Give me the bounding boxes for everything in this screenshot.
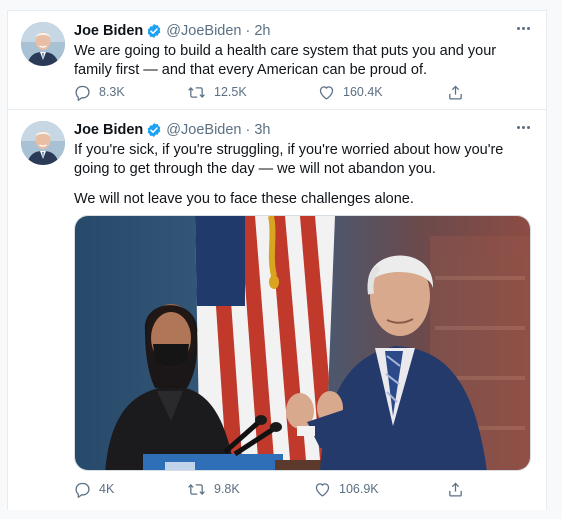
like-count: 160.4K	[343, 85, 383, 99]
verified-badge-icon	[146, 23, 162, 39]
like-count: 106.9K	[339, 482, 379, 496]
tweet-actions: 8.3K 12.5K 160.4K	[74, 82, 464, 102]
tweet[interactable]: Joe Biden @JoeBiden · 2h We are going to…	[8, 11, 546, 110]
tweet-text: We are going to build a health care syst…	[74, 43, 497, 78]
more-options-icon[interactable]	[514, 120, 532, 134]
author-handle[interactable]: @JoeBiden	[166, 23, 241, 39]
avatar[interactable]	[21, 121, 65, 165]
more-options-icon[interactable]	[514, 21, 532, 35]
like-button[interactable]: 160.4K	[318, 82, 383, 102]
share-button[interactable]	[447, 479, 464, 499]
retweet-icon	[187, 84, 206, 101]
separator-dot: ·	[245, 23, 251, 39]
tweet-timestamp[interactable]: 2h	[254, 23, 270, 39]
share-button[interactable]	[447, 82, 464, 102]
share-icon	[447, 481, 464, 498]
reply-count: 8.3K	[99, 85, 125, 99]
retweet-count: 9.8K	[214, 482, 240, 496]
tweet-timestamp[interactable]: 3h	[254, 122, 270, 138]
retweet-icon	[187, 481, 206, 498]
reply-icon	[74, 84, 91, 101]
heart-icon	[314, 481, 331, 498]
avatar[interactable]	[21, 22, 65, 66]
heart-icon	[318, 84, 335, 101]
tweet-header: Joe Biden @JoeBiden · 3h	[74, 120, 270, 140]
retweet-button[interactable]: 9.8K	[187, 479, 240, 499]
tweet-photo[interactable]	[74, 215, 531, 471]
reply-count: 4K	[99, 482, 115, 496]
reply-icon	[74, 481, 91, 498]
tweet-text: If you're sick, if you're struggling, if…	[74, 142, 504, 177]
tweet-header: Joe Biden @JoeBiden · 2h	[74, 21, 270, 41]
retweet-count: 12.5K	[214, 85, 247, 99]
author-name[interactable]: Joe Biden	[74, 122, 143, 138]
reply-button[interactable]: 4K	[74, 479, 114, 499]
reply-button[interactable]: 8.3K	[74, 82, 125, 102]
tweet[interactable]: Joe Biden @JoeBiden · 3h If you're sick,…	[8, 110, 546, 511]
retweet-button[interactable]: 12.5K	[187, 82, 247, 102]
author-handle[interactable]: @JoeBiden	[166, 122, 241, 138]
verified-badge-icon	[146, 122, 162, 138]
timeline-feed: Joe Biden @JoeBiden · 2h We are going to…	[7, 10, 547, 510]
author-name[interactable]: Joe Biden	[74, 23, 143, 39]
like-button[interactable]: 106.9K	[314, 479, 379, 499]
share-icon	[447, 84, 464, 101]
tweet-text: We will not leave you to face these chal…	[74, 191, 414, 207]
separator-dot: ·	[245, 122, 251, 138]
tweet-actions: 4K 9.8K 106.9K	[74, 479, 464, 499]
photo-of-speakers-at-podium	[75, 216, 530, 470]
